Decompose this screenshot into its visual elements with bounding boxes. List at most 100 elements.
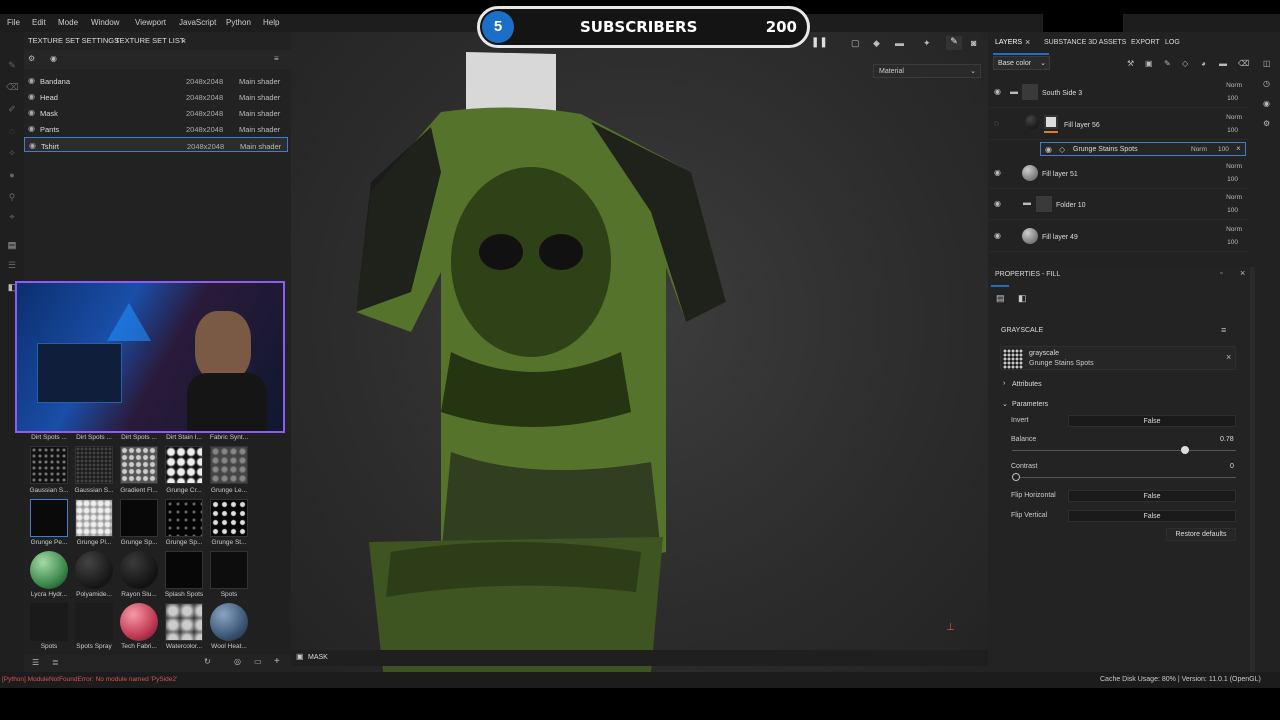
- close-tab-icon[interactable]: ×: [181, 36, 186, 46]
- layer-row[interactable]: ◌ Fill layer 56 Norm 100: [990, 110, 1248, 140]
- projection-icon[interactable]: ✐: [6, 104, 18, 114]
- add-smart-icon[interactable]: ◕: [1201, 59, 1206, 68]
- tab-texture-set-list[interactable]: TEXTURE SET LIST: [115, 36, 184, 45]
- invert-toggle[interactable]: False: [1068, 415, 1236, 427]
- layer-opacity[interactable]: 100: [1227, 95, 1238, 102]
- shelf-thumb-selected[interactable]: [30, 499, 68, 537]
- shelf-thumb[interactable]: [75, 499, 113, 537]
- shelf-thumb[interactable]: [210, 499, 248, 537]
- add-effect-icon[interactable]: ⚒: [1127, 59, 1134, 68]
- shelf-thumb[interactable]: [210, 551, 248, 589]
- menu-edit[interactable]: Edit: [32, 18, 46, 27]
- eye-icon[interactable]: ◉: [28, 124, 35, 133]
- material-sphere[interactable]: [30, 551, 68, 589]
- channel-dropdown[interactable]: Base color ⌄: [993, 56, 1050, 70]
- tab-log[interactable]: LOG: [1165, 39, 1180, 46]
- contrast-slider-track[interactable]: [1012, 477, 1236, 478]
- menu-help[interactable]: Help: [263, 18, 279, 27]
- eye-icon[interactable]: ◉: [28, 92, 35, 101]
- menu-mode[interactable]: Mode: [58, 18, 78, 27]
- float-icon[interactable]: ▫: [1220, 270, 1222, 277]
- clone-icon[interactable]: ●: [6, 170, 18, 180]
- shelf-thumb[interactable]: [30, 603, 68, 641]
- eye-icon[interactable]: ◉: [994, 87, 1001, 96]
- close-icon[interactable]: ×: [1236, 144, 1241, 153]
- error-message[interactable]: [Python] ModuleNotFoundError: No module …: [2, 676, 177, 683]
- menu-window[interactable]: Window: [91, 18, 119, 27]
- close-icon[interactable]: ×: [1240, 268, 1245, 278]
- layer-opacity[interactable]: 100: [1227, 176, 1238, 183]
- layer-blend[interactable]: Norm: [1226, 226, 1242, 233]
- shelf-icon[interactable]: ◫: [1263, 59, 1271, 68]
- add-fill-icon[interactable]: ◇: [1182, 59, 1188, 68]
- eye-icon[interactable]: ◉: [28, 108, 35, 117]
- geometry-icon[interactable]: ◌: [6, 126, 18, 136]
- layer-opacity[interactable]: 100: [1227, 239, 1238, 246]
- texture-set-row[interactable]: ◉ Head 2048x2048 Main shader: [24, 89, 288, 104]
- effect-blend[interactable]: Norm: [1191, 146, 1207, 153]
- menu-icon[interactable]: ≡: [274, 54, 279, 63]
- parameters-section[interactable]: Parameters: [1012, 401, 1048, 408]
- layer-blend[interactable]: Norm: [1226, 163, 1242, 170]
- texture-set-row-selected[interactable]: ◉ Tshirt 2048x2048 Main shader: [24, 137, 288, 152]
- attributes-section[interactable]: Attributes: [1012, 381, 1042, 388]
- section-menu-icon[interactable]: ≡: [1221, 325, 1226, 335]
- display-icon[interactable]: ◉: [1263, 99, 1270, 108]
- settings-icon[interactable]: ⚙: [28, 54, 35, 63]
- shelf-thumb[interactable]: [165, 446, 203, 484]
- picker-icon[interactable]: ⚲: [6, 192, 18, 202]
- flip-horizontal-toggle[interactable]: False: [1068, 490, 1236, 502]
- import-icon[interactable]: ◎: [234, 657, 241, 666]
- tab-export[interactable]: EXPORT: [1131, 39, 1160, 46]
- texture-set-row[interactable]: ◉ Mask 2048x2048 Main shader: [24, 105, 288, 120]
- shelf-thumb[interactable]: [210, 446, 248, 484]
- close-tab-icon[interactable]: ×: [1025, 37, 1030, 47]
- add-paint-icon[interactable]: ✎: [1164, 59, 1171, 68]
- layer-props-icon[interactable]: ▤: [996, 293, 1005, 304]
- menu-file[interactable]: File: [7, 18, 20, 27]
- shelf-thumb[interactable]: [165, 551, 203, 589]
- eye-icon[interactable]: ◌: [994, 119, 999, 128]
- delete-icon[interactable]: ⌫: [1238, 59, 1249, 68]
- shelf-thumb[interactable]: [75, 446, 113, 484]
- balance-value[interactable]: 0.78: [1220, 436, 1234, 443]
- shelf-thumb[interactable]: [165, 499, 203, 537]
- layer-row[interactable]: ◉ Fill layer 49 Norm 100: [990, 222, 1248, 252]
- eye-icon[interactable]: ◉: [50, 54, 57, 63]
- layer-opacity[interactable]: 100: [1227, 207, 1238, 214]
- filter-icon[interactable]: ☰: [32, 658, 39, 667]
- fill-icon[interactable]: ⌖: [6, 212, 18, 222]
- layer-row[interactable]: ◉ ▬ South Side 3 Norm 100: [990, 78, 1248, 108]
- eye-icon[interactable]: ◉: [994, 231, 1001, 240]
- chevron-down-icon[interactable]: ⌄: [1002, 400, 1008, 408]
- add-icon[interactable]: +: [274, 656, 280, 667]
- restore-defaults-button[interactable]: Restore defaults: [1166, 528, 1236, 541]
- tab-layers[interactable]: LAYERS: [995, 39, 1022, 46]
- tab-substance-assets[interactable]: SUBSTANCE 3D ASSETS: [1044, 39, 1126, 46]
- layer-row[interactable]: ◉ Fill layer 51 Norm 100: [990, 159, 1248, 189]
- eye-icon[interactable]: ◉: [994, 168, 1001, 177]
- layer-blend[interactable]: Norm: [1226, 114, 1242, 121]
- viewport-3d[interactable]: ❚❚ ▢ ◆ ▬ ✦ ✎ ◙ Material ⌄ ⊥ ▣ MASK: [291, 32, 988, 672]
- effect-opacity[interactable]: 100: [1218, 146, 1229, 153]
- texture-set-row[interactable]: ◉ Bandana 2048x2048 Main shader: [24, 73, 288, 88]
- contrast-slider-handle[interactable]: [1012, 473, 1020, 481]
- flip-vertical-toggle[interactable]: False: [1068, 510, 1236, 522]
- material-sphere[interactable]: [75, 551, 113, 589]
- brush-icon[interactable]: ✎: [6, 60, 18, 70]
- balance-slider-track[interactable]: [1012, 450, 1236, 451]
- history-icon[interactable]: ◷: [1263, 79, 1270, 88]
- add-folder-icon[interactable]: ▬: [1219, 59, 1227, 68]
- layer-row[interactable]: ◉ ▬ Folder 10 Norm 100: [990, 190, 1248, 220]
- eraser-icon[interactable]: ⌫: [6, 82, 19, 92]
- material-sphere[interactable]: [120, 551, 158, 589]
- layer-blend[interactable]: Norm: [1226, 82, 1242, 89]
- add-mask-icon[interactable]: ▣: [1145, 59, 1153, 68]
- settings-icon[interactable]: ⚙: [1263, 119, 1270, 128]
- list-icon[interactable]: ≣: [52, 658, 59, 667]
- smudge-icon[interactable]: ✧: [6, 148, 18, 158]
- polygon-icon[interactable]: ▤: [6, 240, 18, 250]
- resource-slot[interactable]: grayscale Grunge Stains Spots ×: [1000, 346, 1236, 370]
- layer-opacity[interactable]: 100: [1227, 127, 1238, 134]
- shelf-thumb[interactable]: [120, 446, 158, 484]
